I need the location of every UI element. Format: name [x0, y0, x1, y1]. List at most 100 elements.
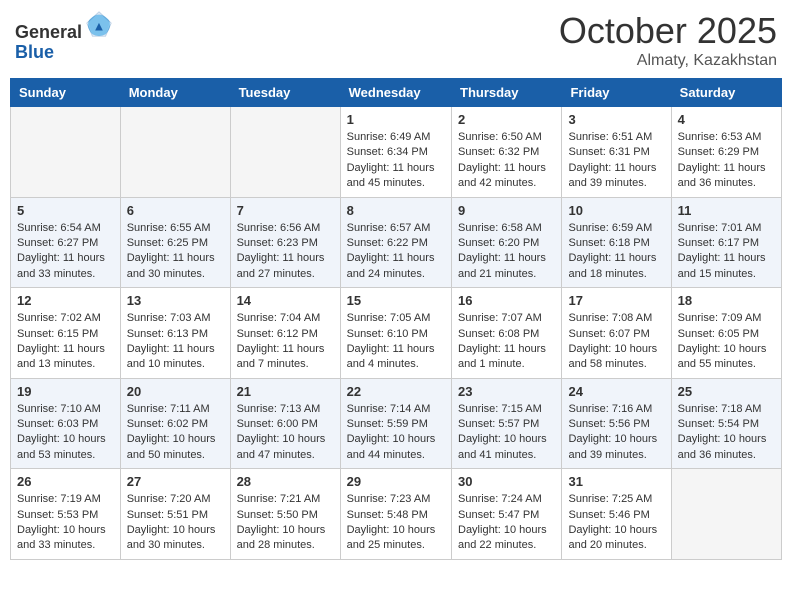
calendar-cell: 19 Sunrise: 7:10 AMSunset: 6:03 PMDayligh… [11, 378, 121, 469]
day-number: 25 [678, 384, 775, 399]
day-info: Sunrise: 7:15 AMSunset: 5:57 PMDaylight:… [458, 402, 555, 464]
calendar-cell: 29Sunrise: 7:23 AMSunset: 5:48 PMDayligh… [340, 469, 451, 560]
day-info: Sunrise: 7:08 AMSunset: 6:07 PMDaylight:… [568, 311, 664, 373]
calendar-cell: 26 Sunrise: 7:19 AMSunset: 5:53 PMDayligh… [11, 469, 121, 560]
day-info: Sunrise: 7:25 AMSunset: 5:46 PMDaylight:… [568, 492, 664, 554]
day-number: 28 [237, 474, 334, 489]
logo-general-text: General [15, 22, 82, 42]
day-number: 26 [17, 474, 114, 489]
calendar-cell: 23 Sunrise: 7:15 AMSunset: 5:57 PMDayligh… [452, 378, 562, 469]
calendar-cell: 4 Sunrise: 6:53 AMSunset: 6:29 PMDaylight… [671, 107, 781, 198]
calendar-week-row: 5 Sunrise: 6:54 AMSunset: 6:27 PMDaylight… [11, 197, 782, 288]
day-number: 12 [17, 293, 114, 308]
day-number: 1 [347, 112, 445, 127]
day-info: Sunrise: 7:14 AMSunset: 5:59 PMDaylight:… [347, 402, 445, 464]
day-number: 23 [458, 384, 555, 399]
day-info: Sunrise: 7:10 AMSunset: 6:03 PMDaylight:… [17, 402, 114, 464]
month-title: October 2025 [559, 10, 777, 52]
calendar-header-row: SundayMondayTuesdayWednesdayThursdayFrid… [11, 79, 782, 107]
day-info: Sunrise: 6:57 AMSunset: 6:22 PMDaylight:… [347, 221, 445, 283]
calendar-cell: 6 Sunrise: 6:55 AMSunset: 6:25 PMDaylight… [120, 197, 230, 288]
calendar-week-row: 26 Sunrise: 7:19 AMSunset: 5:53 PMDayligh… [11, 469, 782, 560]
calendar-cell: 13 Sunrise: 7:03 AMSunset: 6:13 PMDayligh… [120, 288, 230, 379]
calendar-day-header: Sunday [11, 79, 121, 107]
day-number: 29 [347, 474, 445, 489]
calendar-day-header: Thursday [452, 79, 562, 107]
day-info: Sunrise: 6:53 AMSunset: 6:29 PMDaylight:… [678, 130, 775, 192]
calendar-cell: 22 Sunrise: 7:14 AMSunset: 5:59 PMDayligh… [340, 378, 451, 469]
day-number: 6 [127, 203, 224, 218]
calendar-cell: 30Sunrise: 7:24 AMSunset: 5:47 PMDayligh… [452, 469, 562, 560]
day-info: Sunrise: 7:07 AMSunset: 6:08 PMDaylight:… [458, 311, 555, 373]
day-info: Sunrise: 6:50 AMSunset: 6:32 PMDaylight:… [458, 130, 555, 192]
calendar-cell: 15Sunrise: 7:05 AMSunset: 6:10 PMDayligh… [340, 288, 451, 379]
day-number: 17 [568, 293, 664, 308]
day-info: Sunrise: 7:21 AMSunset: 5:50 PMDaylight:… [237, 492, 334, 554]
calendar-cell: 1Sunrise: 6:49 AMSunset: 6:34 PMDaylight… [340, 107, 451, 198]
day-info: Sunrise: 6:58 AMSunset: 6:20 PMDaylight:… [458, 221, 555, 283]
calendar-cell: 18 Sunrise: 7:09 AMSunset: 6:05 PMDayligh… [671, 288, 781, 379]
day-info: Sunrise: 7:19 AMSunset: 5:53 PMDaylight:… [17, 492, 114, 554]
day-number: 27 [127, 474, 224, 489]
calendar-cell: 8Sunrise: 6:57 AMSunset: 6:22 PMDaylight… [340, 197, 451, 288]
calendar-cell: 9 Sunrise: 6:58 AMSunset: 6:20 PMDaylight… [452, 197, 562, 288]
day-number: 9 [458, 203, 555, 218]
day-info: Sunrise: 7:16 AMSunset: 5:56 PMDaylight:… [568, 402, 664, 464]
calendar-week-row: 12 Sunrise: 7:02 AMSunset: 6:15 PMDayligh… [11, 288, 782, 379]
calendar-day-header: Tuesday [230, 79, 340, 107]
logo: General ▲ Blue [15, 10, 114, 63]
day-number: 4 [678, 112, 775, 127]
day-info: Sunrise: 7:02 AMSunset: 6:15 PMDaylight:… [17, 311, 114, 373]
calendar-cell: 21Sunrise: 7:13 AMSunset: 6:00 PMDayligh… [230, 378, 340, 469]
calendar-day-header: Monday [120, 79, 230, 107]
day-info: Sunrise: 7:03 AMSunset: 6:13 PMDaylight:… [127, 311, 224, 373]
day-number: 10 [568, 203, 664, 218]
logo-blue-text: Blue [15, 42, 54, 62]
svg-text:▲: ▲ [93, 19, 106, 34]
day-number: 5 [17, 203, 114, 218]
calendar-cell: 10 Sunrise: 6:59 AMSunset: 6:18 PMDayligh… [562, 197, 671, 288]
calendar-cell: 20 Sunrise: 7:11 AMSunset: 6:02 PMDayligh… [120, 378, 230, 469]
calendar-week-row: 19 Sunrise: 7:10 AMSunset: 6:03 PMDayligh… [11, 378, 782, 469]
calendar-day-header: Saturday [671, 79, 781, 107]
calendar-day-header: Wednesday [340, 79, 451, 107]
day-number: 31 [568, 474, 664, 489]
location: Almaty, Kazakhstan [559, 52, 777, 70]
day-info: Sunrise: 6:59 AMSunset: 6:18 PMDaylight:… [568, 221, 664, 283]
day-info: Sunrise: 7:09 AMSunset: 6:05 PMDaylight:… [678, 311, 775, 373]
calendar-cell [11, 107, 121, 198]
day-number: 13 [127, 293, 224, 308]
day-info: Sunrise: 6:54 AMSunset: 6:27 PMDaylight:… [17, 221, 114, 283]
day-number: 19 [17, 384, 114, 399]
calendar-cell: 3 Sunrise: 6:51 AMSunset: 6:31 PMDaylight… [562, 107, 671, 198]
calendar-cell [671, 469, 781, 560]
day-info: Sunrise: 6:51 AMSunset: 6:31 PMDaylight:… [568, 130, 664, 192]
day-info: Sunrise: 7:18 AMSunset: 5:54 PMDaylight:… [678, 402, 775, 464]
day-info: Sunrise: 6:56 AMSunset: 6:23 PMDaylight:… [237, 221, 334, 283]
calendar-table: SundayMondayTuesdayWednesdayThursdayFrid… [10, 78, 782, 560]
calendar-cell: 16 Sunrise: 7:07 AMSunset: 6:08 PMDayligh… [452, 288, 562, 379]
day-number: 2 [458, 112, 555, 127]
calendar-day-header: Friday [562, 79, 671, 107]
page-header: General ▲ Blue October 2025 Almaty, Kaza… [10, 10, 782, 70]
day-number: 14 [237, 293, 334, 308]
calendar-cell: 12 Sunrise: 7:02 AMSunset: 6:15 PMDayligh… [11, 288, 121, 379]
day-number: 18 [678, 293, 775, 308]
day-number: 15 [347, 293, 445, 308]
day-number: 7 [237, 203, 334, 218]
calendar-cell: 11Sunrise: 7:01 AMSunset: 6:17 PMDayligh… [671, 197, 781, 288]
day-number: 16 [458, 293, 555, 308]
calendar-cell: 5 Sunrise: 6:54 AMSunset: 6:27 PMDaylight… [11, 197, 121, 288]
calendar-week-row: 1Sunrise: 6:49 AMSunset: 6:34 PMDaylight… [11, 107, 782, 198]
calendar-cell: 14Sunrise: 7:04 AMSunset: 6:12 PMDayligh… [230, 288, 340, 379]
calendar-cell: 25 Sunrise: 7:18 AMSunset: 5:54 PMDayligh… [671, 378, 781, 469]
day-info: Sunrise: 7:20 AMSunset: 5:51 PMDaylight:… [127, 492, 224, 554]
day-info: Sunrise: 6:55 AMSunset: 6:25 PMDaylight:… [127, 221, 224, 283]
title-block: October 2025 Almaty, Kazakhstan [559, 10, 777, 70]
day-number: 3 [568, 112, 664, 127]
calendar-cell: 7 Sunrise: 6:56 AMSunset: 6:23 PMDaylight… [230, 197, 340, 288]
day-number: 22 [347, 384, 445, 399]
day-info: Sunrise: 7:11 AMSunset: 6:02 PMDaylight:… [127, 402, 224, 464]
calendar-cell: 28 Sunrise: 7:21 AMSunset: 5:50 PMDayligh… [230, 469, 340, 560]
day-number: 20 [127, 384, 224, 399]
